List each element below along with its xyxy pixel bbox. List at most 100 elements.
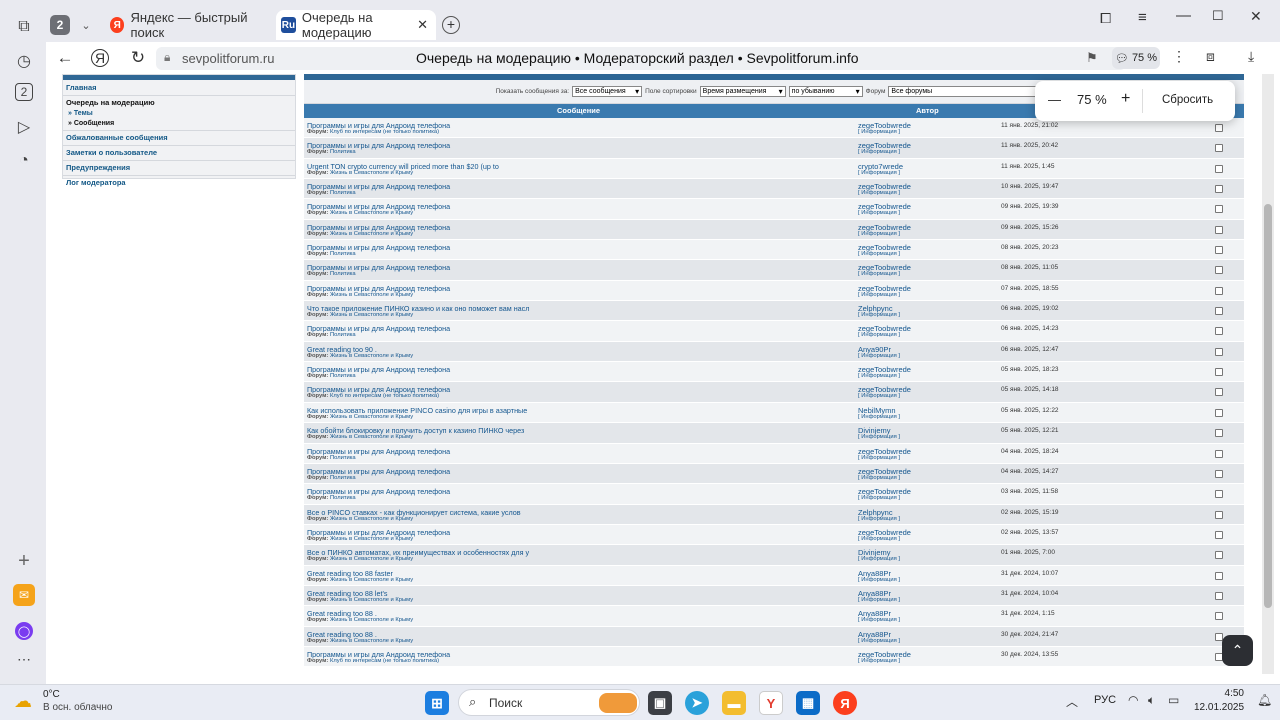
select-checkbox[interactable] (1215, 307, 1223, 316)
forum-link[interactable]: Жизнь в Севастополе и Крыму (330, 617, 413, 623)
author-info-link[interactable]: [ Информация ] (858, 332, 900, 338)
forum-link[interactable]: Политика (330, 332, 356, 338)
yandex-home-icon[interactable]: Я (91, 49, 109, 67)
sidebar-item-home[interactable]: Главная (63, 82, 295, 94)
add-panel-icon[interactable]: + (13, 550, 35, 572)
kebab-menu-icon[interactable]: ⋮ (1172, 48, 1186, 65)
scrollbar-thumb[interactable] (1264, 204, 1272, 608)
forum-link[interactable]: Жизнь в Севастополе и Крыму (330, 597, 413, 603)
zoom-reset-button[interactable]: Сбросить (1162, 94, 1213, 106)
select-checkbox[interactable] (1215, 551, 1223, 560)
select-checkbox[interactable] (1215, 612, 1223, 621)
more-icon[interactable]: ⋯ (13, 648, 35, 670)
author-info-link[interactable]: [ Информация ] (858, 129, 900, 135)
author-info-link[interactable]: [ Информация ] (858, 638, 900, 644)
author-info-link[interactable]: [ Информация ] (858, 597, 900, 603)
select-checkbox[interactable] (1215, 429, 1223, 438)
select-checkbox[interactable] (1215, 185, 1223, 194)
select-checkbox[interactable] (1215, 266, 1223, 275)
wifi-icon[interactable]: ◠ (1128, 693, 1138, 707)
sidebar-item-log[interactable]: Лог модератора (63, 177, 295, 189)
zoom-button[interactable]: 💬︎ 75 % (1112, 47, 1160, 69)
zoom-in-button[interactable]: + (1121, 90, 1130, 108)
downloads-icon[interactable]: ⤓ (1248, 48, 1254, 65)
task-view-icon[interactable]: ▣ (648, 691, 672, 715)
forum-link[interactable]: Жизнь в Севастополе и Крыму (330, 577, 413, 583)
author-info-link[interactable]: [ Информация ] (858, 536, 900, 542)
collections-icon[interactable]: ⧈ (1206, 48, 1215, 65)
author-info-link[interactable]: [ Информация ] (858, 434, 900, 440)
select-checkbox[interactable] (1215, 530, 1223, 539)
sidebar-item-reported[interactable]: Обжалованные сообщения (63, 132, 295, 144)
url-field[interactable]: 🔒︎ sevpolitforum.ru Очередь на модерацию… (156, 47, 1126, 70)
forum-link[interactable]: Клуб по интересам (не только политика) (330, 393, 439, 399)
author-info-link[interactable]: [ Информация ] (858, 393, 900, 399)
select-checkbox[interactable] (1215, 124, 1223, 132)
back-button[interactable]: ← (53, 46, 77, 70)
sidebar-item-notes[interactable]: Заметки о пользователе (63, 147, 295, 159)
minimize-button[interactable]: — (1176, 7, 1191, 24)
forum-link[interactable]: Жизнь в Севастополе и Крыму (330, 536, 413, 542)
forum-link[interactable]: Клуб по интересам (не только политика) (330, 129, 439, 135)
clock-icon[interactable]: ◔ (13, 150, 35, 172)
store-icon[interactable]: ▦ (796, 691, 820, 715)
select-checkbox[interactable] (1215, 388, 1223, 397)
author-info-link[interactable]: [ Информация ] (858, 210, 900, 216)
forum-link[interactable]: Политика (330, 271, 356, 277)
taskbar-search[interactable]: ⌕ Поиск (458, 689, 640, 716)
volume-icon[interactable]: 🔈︎ (1148, 693, 1155, 708)
alice-icon[interactable]: ◯ (15, 622, 33, 640)
author-info-link[interactable]: [ Информация ] (858, 658, 900, 664)
forum-link[interactable]: Жизнь в Севастополе и Крыму (330, 170, 413, 176)
author-info-link[interactable]: [ Информация ] (858, 292, 900, 298)
author-info-link[interactable]: [ Информация ] (858, 495, 900, 501)
select-checkbox[interactable] (1215, 408, 1223, 417)
tab-count-icon[interactable]: 2 (15, 83, 33, 101)
forum-link[interactable]: Жизнь в Севастополе и Крыму (330, 231, 413, 237)
play-icon[interactable]: ▷ (13, 116, 35, 138)
sidebar-item-queue[interactable]: Очередь на модерацию (63, 97, 295, 109)
bookmark-icon[interactable]: ⚑ (1086, 50, 1098, 66)
close-window-button[interactable]: ✕ (1250, 8, 1262, 25)
select-checkbox[interactable] (1215, 368, 1223, 377)
clock-time[interactable]: 4:50 (1220, 688, 1244, 699)
select-checkbox[interactable] (1215, 449, 1223, 458)
author-info-link[interactable]: [ Информация ] (858, 190, 900, 196)
mail-icon[interactable]: ✉ (13, 584, 35, 606)
forum-select[interactable]: Все форумы (888, 86, 1053, 97)
sidebar-item-messages[interactable]: » Сообщения (63, 119, 295, 129)
period-select[interactable]: Все сообщения (572, 86, 643, 97)
select-checkbox[interactable] (1215, 510, 1223, 519)
forum-link[interactable]: Политика (330, 475, 356, 481)
forum-link[interactable]: Жизнь в Севастополе и Крыму (330, 353, 413, 359)
history-icon[interactable]: ◷ (13, 50, 35, 72)
windows-start-icon[interactable]: ⊞ (425, 691, 449, 715)
select-checkbox[interactable] (1215, 164, 1223, 173)
page-scrollbar[interactable] (1262, 74, 1274, 674)
forum-link[interactable]: Политика (330, 373, 356, 379)
author-info-link[interactable]: [ Информация ] (858, 414, 900, 420)
reload-button[interactable]: ↻ (126, 46, 150, 70)
battery-icon[interactable]: ▭ (1168, 693, 1179, 707)
forum-link[interactable]: Жизнь в Севастополе и Крыму (330, 638, 413, 644)
author-info-link[interactable]: [ Информация ] (858, 373, 900, 379)
forum-link[interactable]: Политика (330, 149, 356, 155)
select-checkbox[interactable] (1215, 225, 1223, 234)
forum-link[interactable]: Жизнь в Севастополе и Крыму (330, 292, 413, 298)
forum-link[interactable]: Политика (330, 455, 356, 461)
new-tab-button[interactable]: + (442, 16, 460, 34)
tab-group-badge[interactable]: 2 (50, 15, 70, 35)
forum-link[interactable]: Политика (330, 495, 356, 501)
select-checkbox[interactable] (1215, 286, 1223, 295)
sort-field-select[interactable]: Время размещения (699, 86, 786, 97)
notifications-icon[interactable]: 🔔︎ (1257, 693, 1272, 707)
author-info-link[interactable]: [ Информация ] (858, 149, 900, 155)
yandex-app-icon[interactable]: Я (833, 691, 857, 715)
author-info-link[interactable]: [ Информация ] (858, 170, 900, 176)
select-checkbox[interactable] (1215, 205, 1223, 214)
forum-link[interactable]: Жизнь в Севастополе и Крыму (330, 516, 413, 522)
menu-icon[interactable]: ≡ (1138, 9, 1147, 26)
maximize-button[interactable]: ☐ (1212, 8, 1224, 24)
weather-icon[interactable]: ☁ (14, 691, 32, 712)
clock-date[interactable]: 12.01.2025 (1194, 702, 1244, 713)
